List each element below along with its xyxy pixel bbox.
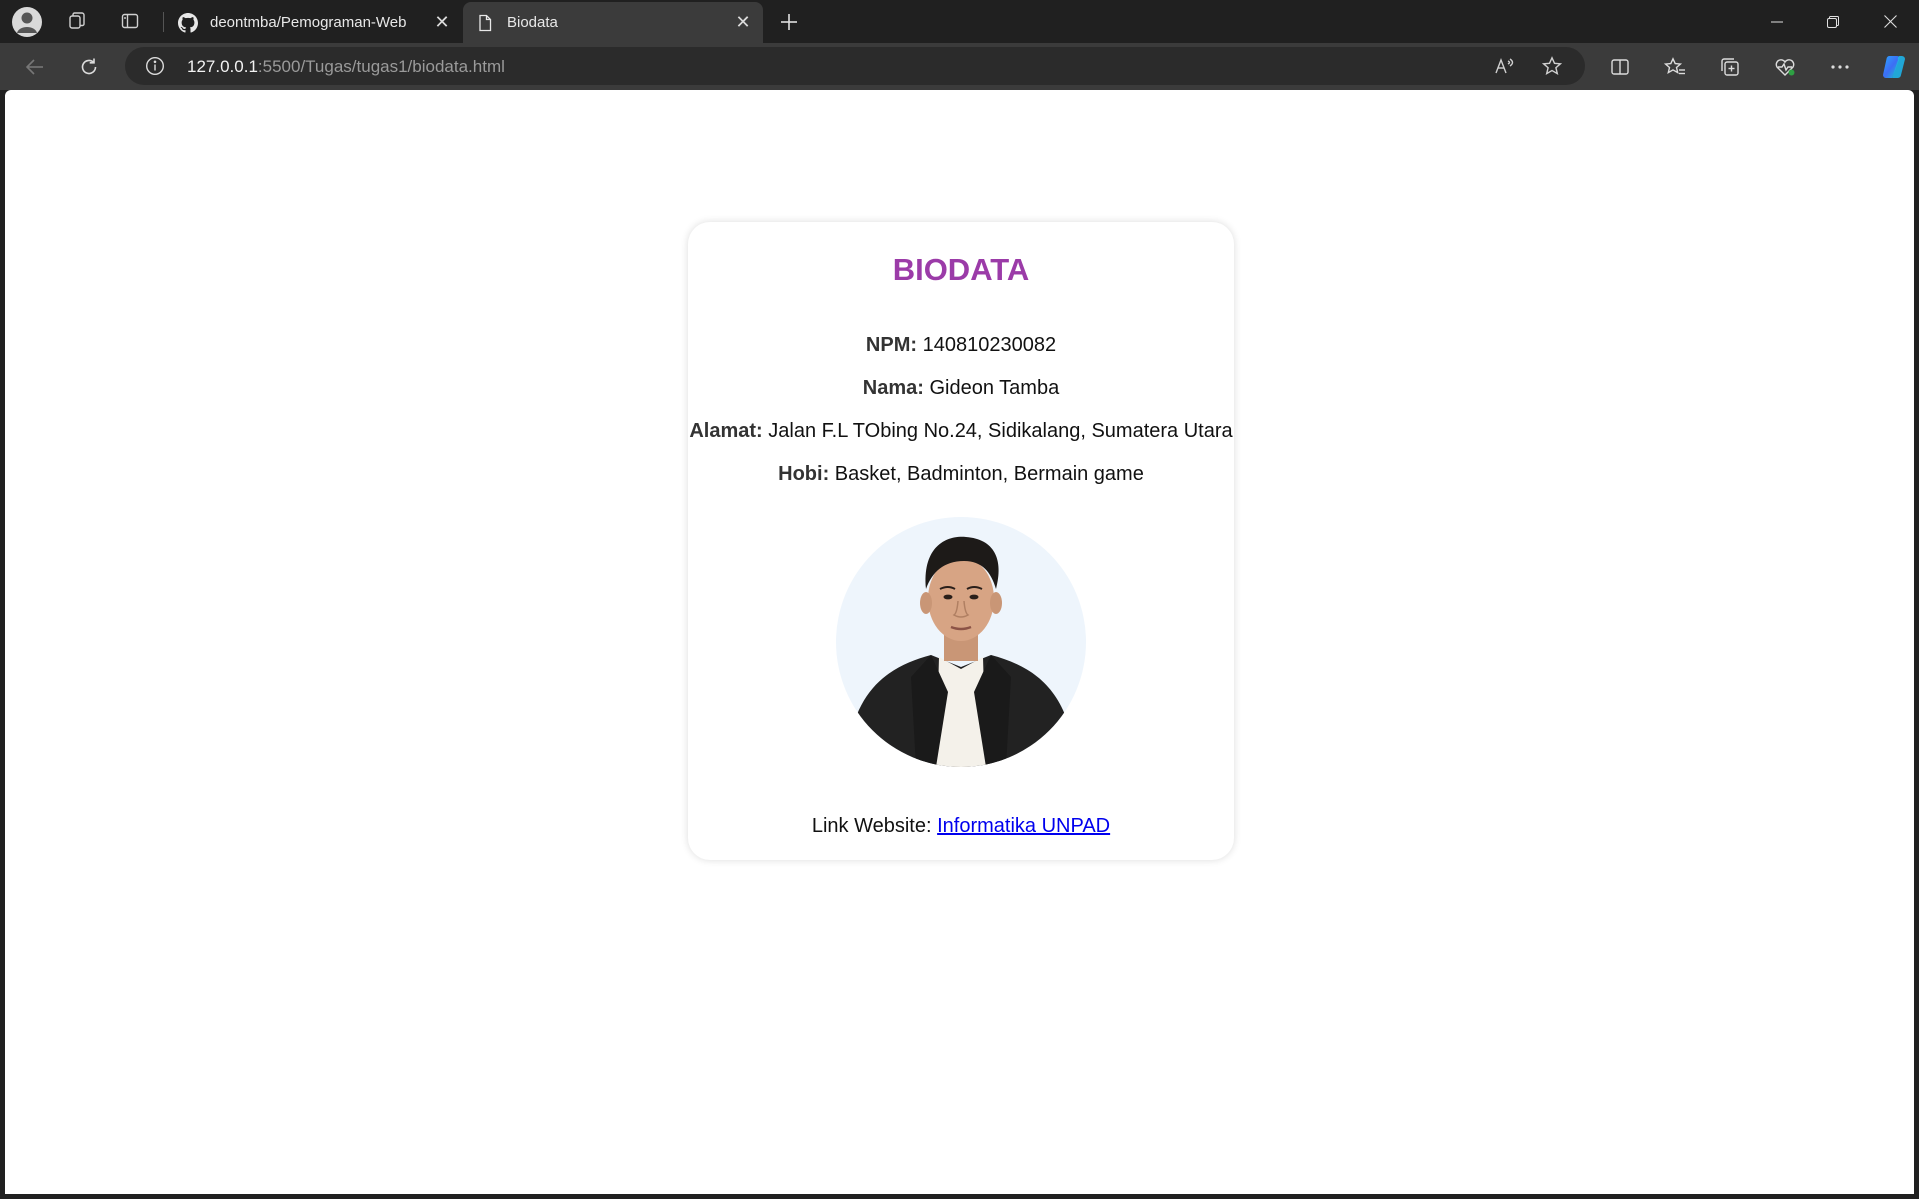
field-value: 140810230082: [922, 334, 1057, 356]
link-prefix: Link Website:: [811, 815, 932, 837]
tab-bar: deontmba/Pemograman-Web ✕ Biodata ✕: [0, 0, 1919, 43]
tab-title: deontmba/Pemograman-Web: [210, 14, 407, 31]
address-bar[interactable]: 127.0.0.1:5500/Tugas/tugas1/biodata.html: [125, 47, 1585, 85]
field-value: Jalan F.L TObing No.24, Sidikalang, Suma…: [768, 420, 1233, 442]
field-nama: Nama: Gideon Tamba: [678, 377, 1244, 400]
website-link-row: Link Website: Informatika UNPAD: [688, 815, 1234, 838]
tab-github[interactable]: deontmba/Pemograman-Web ✕: [166, 2, 462, 43]
page-icon: [473, 11, 497, 35]
favorites-icon[interactable]: [1658, 52, 1692, 82]
close-window-icon[interactable]: [1862, 0, 1918, 43]
restore-icon[interactable]: [1805, 0, 1861, 43]
copilot-icon[interactable]: [1877, 52, 1911, 82]
field-npm: NPM: 140810230082: [678, 334, 1244, 357]
field-value: Gideon Tamba: [929, 377, 1060, 399]
close-tab-icon[interactable]: ✕: [428, 9, 456, 37]
biodata-card: BIODATA NPM: 140810230082 Nama: Gideon T…: [688, 222, 1234, 860]
browser-toolbar: 127.0.0.1:5500/Tugas/tugas1/biodata.html: [0, 43, 1919, 90]
github-icon: [176, 11, 200, 35]
field-label: Nama:: [862, 377, 924, 399]
field-value: Basket, Badminton, Bermain game: [834, 463, 1144, 485]
url-text: 127.0.0.1:5500/Tugas/tugas1/biodata.html: [187, 57, 505, 76]
browser-essentials-icon[interactable]: [1768, 52, 1802, 82]
profile-photo: [836, 517, 1086, 767]
field-label: Alamat:: [689, 420, 763, 442]
favorite-star-icon[interactable]: [1539, 55, 1565, 77]
website-link[interactable]: Informatika UNPAD: [937, 815, 1110, 837]
tab-biodata[interactable]: Biodata ✕: [463, 2, 763, 43]
more-options-icon[interactable]: [1823, 52, 1857, 82]
back-icon[interactable]: [18, 52, 52, 82]
field-label: NPM:: [865, 334, 918, 356]
field-hobi: Hobi: Basket, Badminton, Bermain game: [678, 463, 1244, 486]
workspaces-icon[interactable]: [62, 7, 92, 35]
new-tab-icon[interactable]: [774, 7, 804, 37]
tab-separator: [163, 12, 164, 32]
refresh-icon[interactable]: [72, 52, 106, 82]
site-info-icon[interactable]: [145, 56, 165, 76]
page-viewport: BIODATA NPM: 140810230082 Nama: Gideon T…: [5, 90, 1914, 1194]
field-alamat: Alamat: Jalan F.L TObing No.24, Sidikala…: [678, 420, 1244, 443]
split-screen-icon[interactable]: [1603, 52, 1637, 82]
collections-icon[interactable]: [1713, 52, 1747, 82]
field-label: Hobi:: [778, 463, 830, 485]
minimize-icon[interactable]: [1749, 0, 1805, 43]
window-border: [0, 1194, 1919, 1199]
close-tab-icon[interactable]: ✕: [729, 9, 757, 37]
page-title: BIODATA: [892, 252, 1030, 287]
read-aloud-icon[interactable]: [1492, 55, 1518, 77]
profile-avatar[interactable]: [12, 7, 42, 37]
tab-title: Biodata: [507, 14, 558, 31]
vertical-tabs-icon[interactable]: [115, 7, 145, 35]
